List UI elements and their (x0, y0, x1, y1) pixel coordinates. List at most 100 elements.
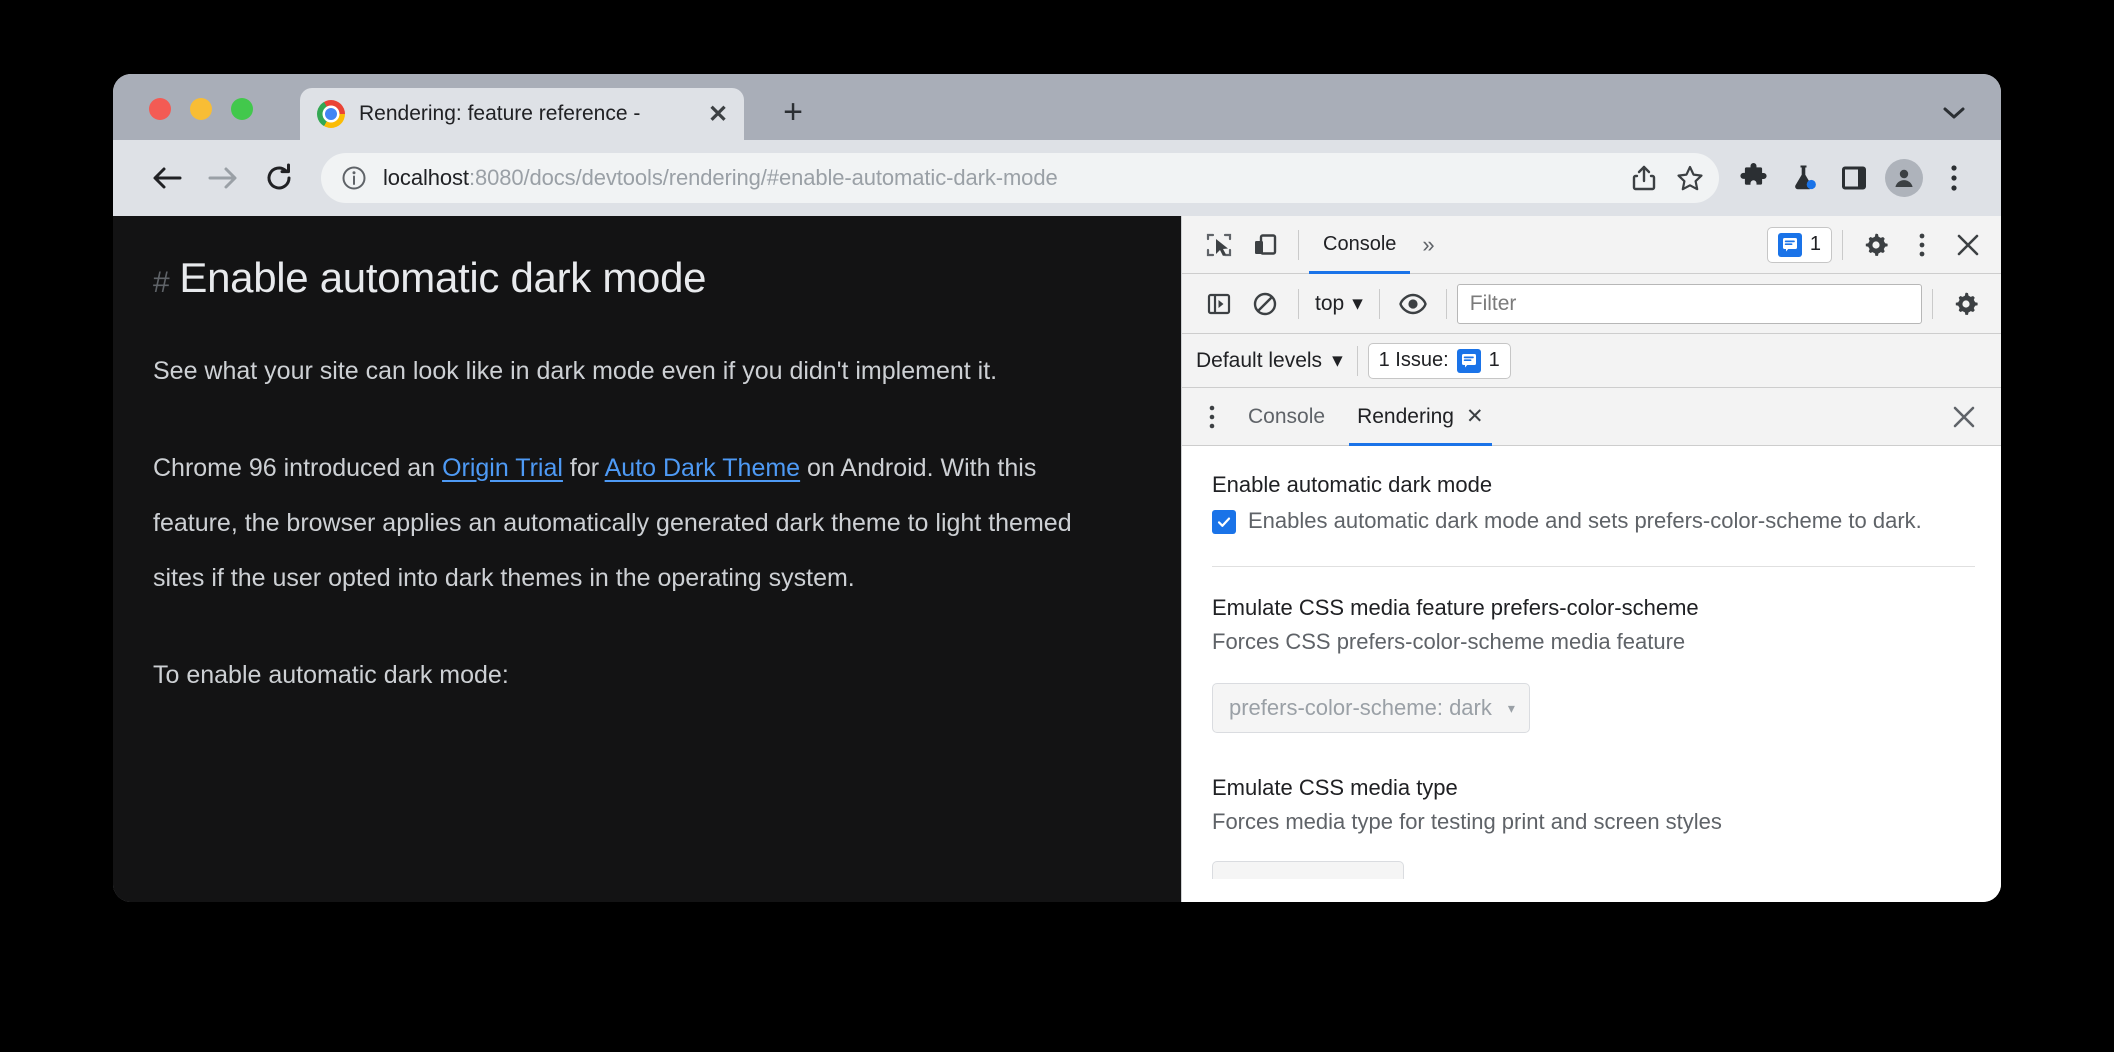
paragraph-2-pre: Chrome 96 introduced an (153, 454, 443, 482)
media-type-select-partial[interactable] (1212, 861, 1404, 879)
back-button[interactable] (139, 150, 195, 206)
address-bar-url: localhost:8080/docs/devtools/rendering/#… (383, 165, 1621, 191)
settings-divider (1212, 566, 1975, 567)
window-close-button[interactable] (149, 98, 171, 120)
url-path: :8080/docs/devtools/rendering/#enable-au… (468, 165, 1058, 190)
execution-context-selector[interactable]: top ▾ (1309, 291, 1369, 316)
experiments-flask-button[interactable] (1779, 153, 1829, 203)
tab-close-button[interactable]: ✕ (698, 94, 738, 134)
address-bar[interactable]: localhost:8080/docs/devtools/rendering/#… (321, 153, 1719, 203)
devtools-tab-console[interactable]: Console (1309, 216, 1411, 274)
checkbox-checked-icon[interactable] (1212, 510, 1236, 534)
page-paragraph-1: See what your site can look like in dark… (153, 357, 998, 385)
new-tab-button[interactable]: + (773, 92, 813, 132)
setting-enable-automatic-dark-mode: Enable automatic dark mode Enables autom… (1212, 468, 1975, 560)
drawer-close-icon[interactable] (1941, 394, 1987, 440)
tab-title: Rendering: feature reference - (359, 102, 641, 125)
chrome-logo-icon (317, 100, 345, 128)
drawer-tab-rendering[interactable]: Rendering ✕ (1341, 388, 1500, 446)
tab-strip: Rendering: feature reference - ✕ + (113, 74, 2001, 140)
log-levels-selector[interactable]: Default levels ▾ (1196, 348, 1347, 373)
browser-menu-button[interactable] (1929, 153, 1979, 203)
content-area: # Enable automatic dark mode See what you… (113, 216, 2001, 902)
devtools-main-toolbar: Console » 1 (1182, 216, 2001, 274)
console-toolbar-divider-3 (1445, 288, 1447, 319)
execution-context-label: top (1315, 291, 1345, 315)
levels-toolbar-divider (1356, 345, 1358, 376)
heading-anchor-link[interactable]: # (153, 266, 170, 299)
setting-description: Forces CSS prefers-color-scheme media fe… (1212, 629, 1686, 654)
drawer-more-options-icon[interactable] (1192, 404, 1232, 430)
devtools-more-options-icon[interactable] (1899, 222, 1945, 268)
window-controls (149, 98, 253, 120)
rendering-settings-panel: Enable automatic dark mode Enables autom… (1182, 446, 2001, 902)
auto-dark-theme-link[interactable]: Auto Dark Theme (605, 454, 800, 482)
clear-console-icon[interactable] (1242, 281, 1288, 327)
console-settings-gear-icon[interactable] (1943, 281, 1989, 327)
console-filter-input[interactable] (1456, 283, 1922, 324)
window-minimize-button[interactable] (190, 98, 212, 120)
issues-summary-text: 1 Issue: (1378, 349, 1449, 371)
setting-description: Enables automatic dark mode and sets pre… (1248, 508, 1922, 533)
url-host: localhost (383, 165, 469, 190)
chevron-down-icon: ▾ (1507, 699, 1515, 716)
toolbar-divider-2 (1842, 229, 1843, 260)
bookmark-star-icon[interactable] (1667, 155, 1713, 201)
tab-search-button[interactable] (1935, 98, 1973, 128)
browser-window: Rendering: feature reference - ✕ + local… (113, 74, 2001, 902)
devtools-close-icon[interactable] (1945, 222, 1991, 268)
setting-title: Emulate CSS media feature prefers-color-… (1212, 595, 1699, 620)
browser-tab[interactable]: Rendering: feature reference - ✕ (300, 88, 744, 140)
navigation-toolbar: localhost:8080/docs/devtools/rendering/#… (113, 140, 2001, 216)
setting-emulate-prefers-color-scheme: Emulate CSS media feature prefers-color-… (1212, 591, 1975, 755)
setting-title: Emulate CSS media type (1212, 775, 1458, 800)
issue-icon (1456, 348, 1481, 373)
more-panels-icon[interactable]: » (1410, 232, 1446, 258)
device-toolbar-icon[interactable] (1242, 222, 1288, 268)
setting-emulate-css-media-type: Emulate CSS media type Forces media type… (1212, 755, 1975, 901)
avatar (1885, 159, 1923, 197)
devtools-panel: Console » 1 top ▾ Filter Default levels … (1181, 216, 2001, 902)
screenshot-root: Rendering: feature reference - ✕ + local… (0, 0, 2114, 1052)
page-title: # Enable automatic dark mode (153, 254, 1125, 302)
setting-checkbox-row[interactable]: Enables automatic dark mode and sets pre… (1212, 504, 1975, 538)
page-title-text: Enable automatic dark mode (179, 254, 707, 301)
live-expression-eye-icon[interactable] (1390, 281, 1436, 327)
toolbar-divider (1298, 229, 1299, 260)
drawer-tab-rendering-label: Rendering (1357, 404, 1454, 428)
profile-button[interactable] (1879, 153, 1929, 203)
page-paragraph-2: Chrome 96 introduced an Origin Trial for… (153, 441, 1113, 606)
reload-button[interactable] (251, 150, 307, 206)
log-levels-label: Default levels (1196, 348, 1323, 372)
console-levels-toolbar: Default levels ▾ 1 Issue: 1 (1182, 334, 2001, 388)
console-toolbar-divider-4 (1932, 288, 1933, 319)
issues-counter-button[interactable]: 1 (1766, 226, 1832, 263)
origin-trial-link[interactable]: Origin Trial (442, 454, 563, 482)
console-toolbar-divider-2 (1378, 288, 1380, 319)
web-page-viewport: # Enable automatic dark mode See what you… (113, 216, 1181, 902)
window-maximize-button[interactable] (231, 98, 253, 120)
issue-icon (1777, 232, 1802, 257)
forward-button (195, 150, 251, 206)
site-info-icon[interactable] (341, 165, 367, 191)
inspect-element-icon[interactable] (1196, 222, 1242, 268)
extensions-button[interactable] (1729, 153, 1779, 203)
side-panel-button[interactable] (1829, 153, 1879, 203)
issues-summary-button[interactable]: 1 Issue: 1 (1367, 342, 1511, 379)
drawer-tab-rendering-close-icon[interactable]: ✕ (1466, 404, 1484, 429)
devtools-settings-gear-icon[interactable] (1853, 222, 1899, 268)
issues-summary-count: 1 (1488, 349, 1500, 371)
drawer-tab-console[interactable]: Console (1232, 388, 1341, 446)
chevron-down-icon: ▾ (1332, 349, 1343, 372)
drawer-tab-console-label: Console (1248, 404, 1326, 428)
chevron-down-icon: ▾ (1352, 292, 1363, 315)
console-sidebar-icon[interactable] (1196, 281, 1242, 327)
paragraph-2-mid: for (562, 454, 605, 482)
setting-title: Enable automatic dark mode (1212, 472, 1493, 497)
console-toolbar-divider (1298, 288, 1299, 319)
setting-description: Forces media type for testing print and … (1212, 809, 1722, 834)
share-icon[interactable] (1621, 155, 1667, 201)
page-paragraph-3: To enable automatic dark mode: (153, 661, 509, 689)
prefers-color-scheme-select[interactable]: prefers-color-scheme: dark ▾ (1212, 683, 1530, 733)
drawer-tab-bar: Console Rendering ✕ (1182, 388, 2001, 446)
